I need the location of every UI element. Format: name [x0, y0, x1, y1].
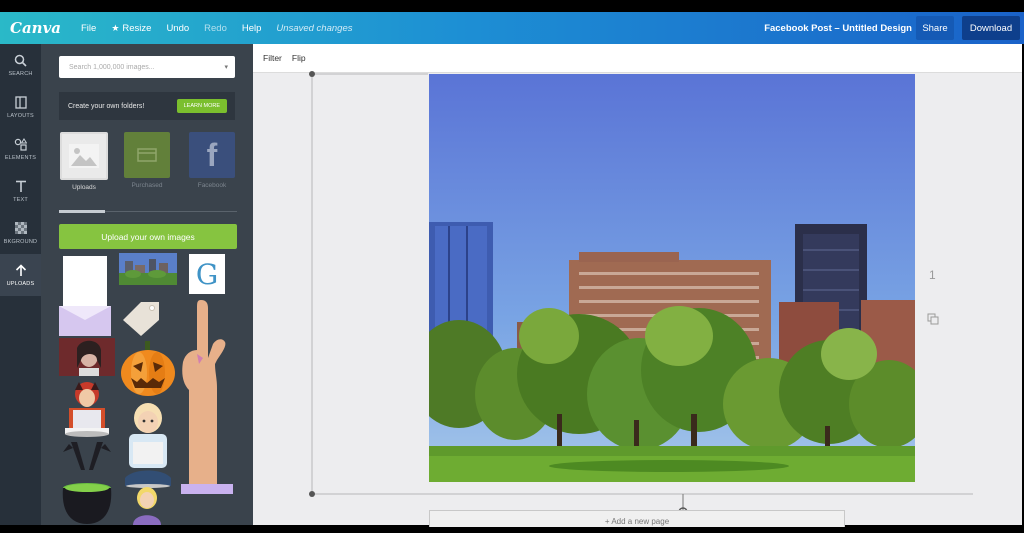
file-menu[interactable]: File	[81, 23, 96, 34]
canva-logo[interactable]: Canva	[10, 19, 61, 37]
tab-label: Facebook	[197, 182, 227, 189]
sidebar-item-label: LAYOUTS	[7, 112, 34, 119]
upload-images-button[interactable]: Upload your own images	[59, 224, 237, 249]
canvas-workspace: Filter Flip 1 + Add a new page	[253, 44, 1022, 527]
svg-text:G: G	[196, 258, 218, 291]
sidebar-item-label: ELEMENTS	[4, 154, 37, 161]
design-page-photo[interactable]	[411, 74, 929, 482]
sidebar-item-text[interactable]: TEXT	[0, 170, 41, 212]
sidebar-item-uploads[interactable]: UPLOADS	[0, 254, 41, 296]
sidebar-item-label: UPLOADS	[6, 280, 35, 287]
elements-icon	[14, 137, 28, 152]
folders-promo: Create your own folders! LEARN MORE	[59, 92, 235, 120]
search-icon	[14, 54, 27, 68]
undo-button[interactable]: Undo	[166, 23, 189, 34]
image-placeholder-icon	[60, 132, 108, 180]
upload-source-tabs: Uploads Purchased f Facebook	[59, 132, 237, 192]
sidebar-item-background[interactable]: BKGROUND	[0, 212, 41, 254]
upload-arrow-icon	[15, 263, 27, 278]
tab-label: Uploads	[72, 184, 96, 191]
uploaded-image-pumpkin[interactable]	[119, 340, 177, 398]
download-button[interactable]: Download	[962, 16, 1020, 40]
city-park-photo	[411, 74, 929, 482]
folders-promo-text: Create your own folders!	[68, 102, 145, 110]
sidebar-item-elements[interactable]: ELEMENTS	[0, 128, 41, 170]
uploaded-image-city[interactable]	[119, 253, 177, 285]
uploaded-image-witch-legs[interactable]	[59, 442, 115, 482]
uploaded-image-woman-photo[interactable]	[59, 338, 115, 376]
image-search[interactable]: Search 1,000,000 images... ▾	[59, 56, 235, 78]
uploads-panel: Search 1,000,000 images... ▾ Create your…	[41, 44, 253, 525]
background-icon	[14, 221, 27, 236]
uploaded-image-cauldron[interactable]	[59, 480, 115, 525]
copy-page-icon[interactable]	[927, 312, 939, 330]
tab-label: Purchased	[131, 182, 163, 189]
sidebar-item-label: SEARCH	[8, 70, 33, 77]
resize-menu[interactable]: ★ Resize	[111, 23, 151, 34]
search-input[interactable]: Search 1,000,000 images...	[69, 64, 224, 71]
share-button[interactable]: Share	[916, 16, 954, 40]
text-icon	[15, 180, 27, 194]
save-status: Unsaved changes	[276, 22, 353, 34]
uploaded-image-g-logo[interactable]: G	[189, 254, 225, 294]
top-bar: Canva File ★ Resize Undo Redo Help Unsave…	[0, 12, 1024, 44]
document-title[interactable]: Facebook Post – Untitled Design	[764, 23, 912, 34]
star-icon: ★	[111, 22, 120, 33]
redo-button[interactable]: Redo	[204, 23, 227, 34]
uploaded-image-envelope[interactable]	[59, 254, 111, 336]
sidebar-item-label: BKGROUND	[3, 238, 38, 245]
uploaded-image-tag[interactable]	[119, 294, 163, 338]
uploaded-image-person-laptop[interactable]	[119, 398, 177, 488]
layouts-icon	[14, 95, 27, 110]
uploaded-image-character-laptop[interactable]	[59, 380, 115, 440]
sidebar-item-layouts[interactable]: LAYOUTS	[0, 86, 41, 128]
facebook-icon: f	[189, 132, 235, 178]
add-new-page-button[interactable]: + Add a new page	[429, 510, 845, 527]
purchased-icon	[124, 132, 170, 178]
learn-more-button[interactable]: LEARN MORE	[176, 99, 227, 113]
sidebar-item-label: TEXT	[13, 196, 28, 203]
resize-label: Resize	[122, 22, 152, 34]
active-tab-indicator	[59, 210, 105, 213]
uploaded-image-pointing-hand[interactable]	[177, 298, 237, 494]
chevron-down-icon[interactable]: ▾	[224, 63, 228, 71]
sidebar-item-search[interactable]: SEARCH	[0, 44, 41, 86]
tab-facebook[interactable]: f Facebook	[187, 132, 237, 189]
sidebar: SEARCH LAYOUTS ELEMENTS TEXT BKGROUND UP…	[0, 44, 41, 525]
page-number: 1	[929, 268, 936, 282]
tab-purchased[interactable]: Purchased	[122, 132, 172, 189]
help-menu[interactable]: Help	[242, 23, 262, 34]
tab-uploads[interactable]: Uploads	[59, 132, 109, 191]
uploaded-image-woman-avatar[interactable]	[129, 484, 165, 525]
